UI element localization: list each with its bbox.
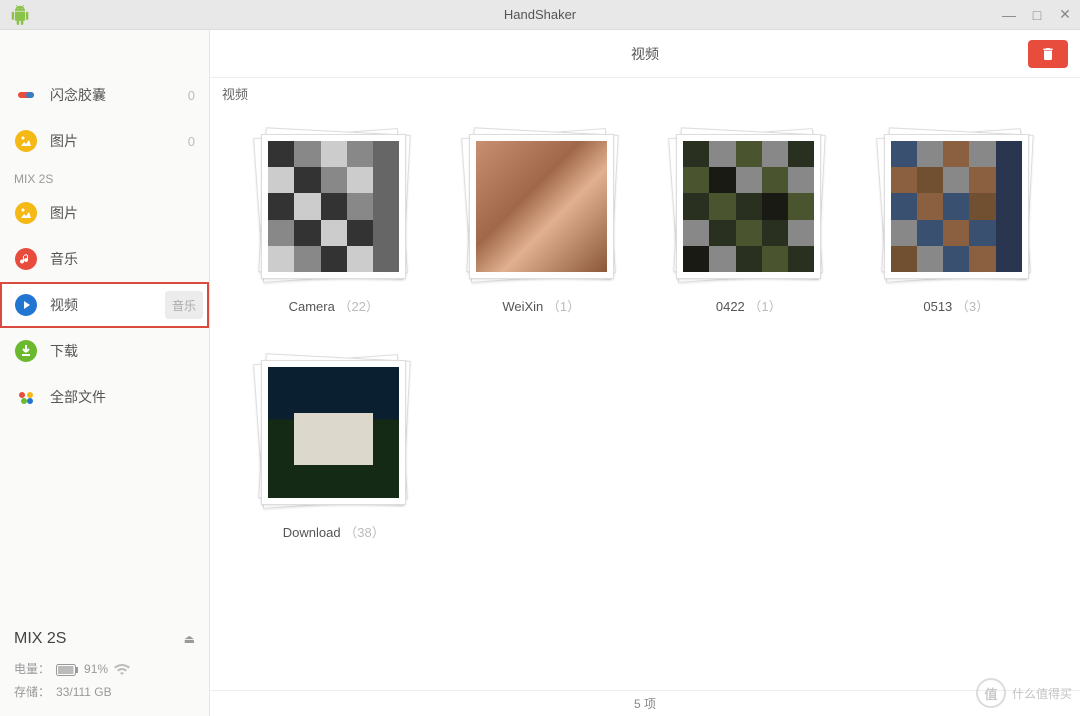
content-header: 视频 xyxy=(210,30,1080,78)
folder-thumbnail xyxy=(464,129,619,284)
capsule-icon xyxy=(14,83,38,107)
eject-icon[interactable]: ⏏ xyxy=(184,628,195,651)
folder-count: （1） xyxy=(547,299,580,314)
sidebar-item-image[interactable]: 图片 xyxy=(0,190,209,236)
battery-icon xyxy=(56,664,78,676)
window-controls: — □ ✕ xyxy=(1002,8,1072,22)
sidebar: 闪念胶囊0图片0 MIX 2S 图片音乐视频音乐下载全部文件 MIX 2S ⏏ … xyxy=(0,30,210,716)
folder-item[interactable]: WeiXin （1） xyxy=(448,129,636,315)
sidebar-item-video[interactable]: 视频音乐 xyxy=(0,282,209,328)
folder-item[interactable]: Download （38） xyxy=(240,355,428,541)
sidebar-item-label: 下载 xyxy=(50,341,195,361)
sidebar-item-label: 全部文件 xyxy=(50,387,195,407)
folder-name: Download （38） xyxy=(283,522,385,541)
sidebar-item-label: 图片 xyxy=(50,131,176,151)
sidebar-item-music[interactable]: 音乐 xyxy=(0,236,209,282)
trash-icon xyxy=(1040,46,1056,62)
folder-count: （22） xyxy=(338,299,378,314)
sidebar-section-label: MIX 2S xyxy=(0,164,209,190)
folder-thumbnail xyxy=(879,129,1034,284)
folder-name: Camera （22） xyxy=(289,296,379,315)
folder-item[interactable]: Camera （22） xyxy=(240,129,428,315)
title-bar: HandShaker — □ ✕ xyxy=(0,0,1080,30)
device-header xyxy=(0,30,209,72)
android-icon xyxy=(10,5,30,25)
folder-item[interactable]: 0513 （3） xyxy=(863,129,1051,315)
folder-name: 0513 （3） xyxy=(923,296,989,315)
sidebar-item-files[interactable]: 全部文件 xyxy=(0,374,209,420)
folder-count: （1） xyxy=(748,299,781,314)
files-icon xyxy=(14,385,38,409)
folder-count: （38） xyxy=(344,525,384,540)
folder-name: WeiXin （1） xyxy=(502,296,580,315)
folder-item[interactable]: 0422 （1） xyxy=(655,129,843,315)
folder-grid: Camera （22） WeiXin （1） 0422 （1） 0513 （3）… xyxy=(210,109,1080,690)
sidebar-chip: 音乐 xyxy=(165,291,203,319)
video-icon xyxy=(14,293,38,317)
image-icon xyxy=(14,201,38,225)
delete-button[interactable] xyxy=(1028,40,1068,68)
sidebar-item-count: 0 xyxy=(188,134,195,149)
download-icon xyxy=(14,339,38,363)
storage-value: 33/111 GB xyxy=(56,681,112,704)
sidebar-item-label: 音乐 xyxy=(50,249,195,269)
content-title: 视频 xyxy=(631,44,659,64)
folder-thumbnail xyxy=(256,355,411,510)
sidebar-item-label: 图片 xyxy=(50,203,195,223)
folder-count: （3） xyxy=(956,299,989,314)
item-count: 5 项 xyxy=(634,695,656,712)
image-icon xyxy=(14,129,38,153)
minimize-button[interactable]: — xyxy=(1002,8,1016,22)
folder-name: 0422 （1） xyxy=(716,296,782,315)
sidebar-item-download[interactable]: 下载 xyxy=(0,328,209,374)
battery-percent: 91% xyxy=(84,658,108,681)
content-area: 视频 视频 Camera （22） WeiXin （1） 0422 （1） 05… xyxy=(210,30,1080,716)
sidebar-item-label: 闪念胶囊 xyxy=(50,85,176,105)
storage-label: 存储： xyxy=(14,681,50,704)
maximize-button[interactable]: □ xyxy=(1030,8,1044,22)
device-name: MIX 2S xyxy=(14,624,66,654)
window-title: HandShaker xyxy=(504,7,576,22)
sidebar-item-capsule[interactable]: 闪念胶囊 0 xyxy=(0,72,209,118)
status-bar: 5 项 xyxy=(210,690,1080,716)
breadcrumb: 视频 xyxy=(210,78,1080,109)
wifi-icon xyxy=(114,664,130,676)
sidebar-item-image[interactable]: 图片 0 xyxy=(0,118,209,164)
battery-label: 电量： xyxy=(14,658,50,681)
close-button[interactable]: ✕ xyxy=(1058,8,1072,22)
sidebar-item-count: 0 xyxy=(188,88,195,103)
folder-thumbnail xyxy=(256,129,411,284)
music-icon xyxy=(14,247,38,271)
folder-thumbnail xyxy=(671,129,826,284)
device-footer: MIX 2S ⏏ 电量： 91% 存储： 33/111 GB xyxy=(0,614,209,716)
